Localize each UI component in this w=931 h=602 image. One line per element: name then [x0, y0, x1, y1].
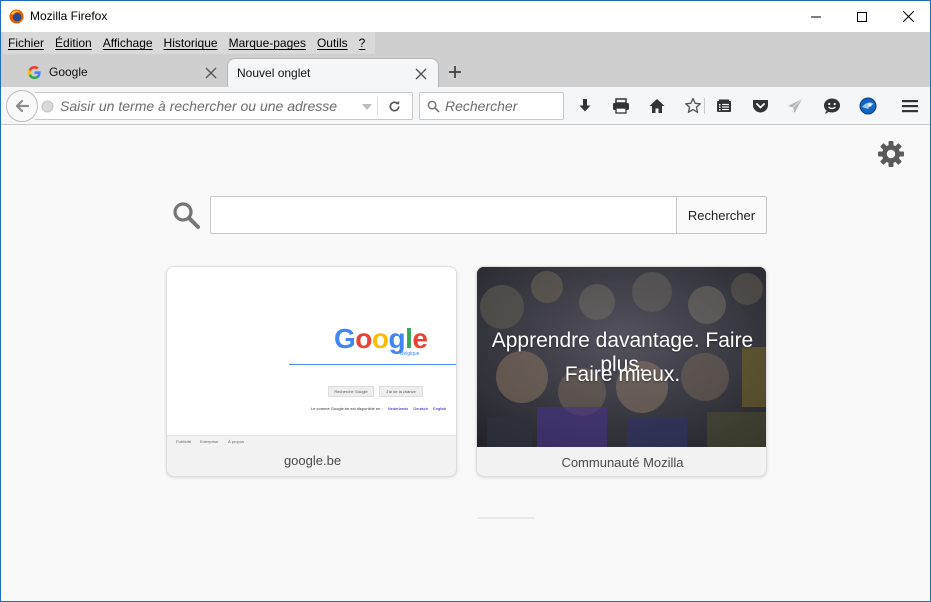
extension-button[interactable] — [858, 96, 878, 116]
page-search-button[interactable]: Rechercher — [676, 196, 767, 234]
globe-icon — [41, 100, 54, 113]
menu-aide[interactable]: ? — [354, 32, 372, 54]
print-button[interactable] — [611, 96, 631, 116]
menu-affichage[interactable]: Affichage — [98, 32, 159, 54]
menu-bar-items: Fichier Édition Affichage Historique Mar… — [3, 32, 376, 54]
home-icon — [649, 99, 665, 113]
minimize-icon — [811, 16, 821, 17]
bookmark-star-icon — [685, 97, 701, 113]
close-tab-icon[interactable] — [414, 67, 428, 81]
pocket-button[interactable] — [750, 96, 770, 116]
close-window-button[interactable] — [885, 1, 930, 32]
reading-list-button[interactable] — [714, 96, 734, 116]
send-icon — [788, 98, 803, 113]
reload-icon[interactable] — [387, 99, 402, 114]
firefox-logo-icon — [9, 9, 24, 24]
tile-thumbnail: Apprendre davantage. Faire plus. Faire m… — [477, 267, 766, 447]
google-languages: Le comme Google.be est disponible en : N… — [311, 406, 446, 411]
tab-nouvel-onglet[interactable]: Nouvel onglet — [227, 58, 439, 87]
title-bar: Mozilla Firefox — [1, 1, 930, 32]
bookmark-star-button[interactable] — [683, 96, 703, 116]
minimize-button[interactable] — [793, 1, 839, 32]
close-tab-icon[interactable] — [204, 66, 218, 80]
print-icon — [613, 98, 629, 114]
menu-bar: Fichier Édition Affichage Historique Mar… — [1, 32, 930, 54]
search-icon — [173, 202, 200, 229]
tab-label: Google — [49, 65, 88, 79]
menu-outils[interactable]: Outils — [312, 32, 354, 54]
toolbar-search-bar — [419, 92, 564, 120]
back-button[interactable] — [6, 90, 38, 122]
close-icon — [902, 11, 914, 22]
chevron-down-icon[interactable] — [361, 103, 373, 111]
extension-icon — [859, 97, 877, 115]
google-lang-link: English — [433, 406, 447, 411]
tab-google[interactable]: Google — [17, 58, 229, 87]
tab-label: Nouvel onglet — [237, 66, 311, 80]
tab-strip: Google Nouvel onglet — [1, 54, 930, 87]
gear-icon[interactable] — [877, 140, 905, 168]
google-search-btn: Recherche Google — [328, 386, 374, 397]
page-search-input[interactable] — [210, 196, 677, 234]
home-button[interactable] — [647, 96, 667, 116]
google-g-icon — [27, 65, 41, 80]
hamburger-menu-button[interactable] — [900, 96, 920, 116]
send-button[interactable] — [785, 96, 805, 116]
empty-tile-placeholder — [477, 517, 535, 519]
download-icon — [579, 99, 591, 112]
maximize-icon — [857, 11, 867, 22]
google-lang-link: Nederlands — [387, 406, 409, 411]
google-lucky-btn: J'ai de la chance — [379, 386, 423, 397]
url-separator — [377, 97, 378, 115]
pocket-icon — [752, 100, 768, 113]
google-lang-link: Deutsch — [413, 406, 429, 411]
google-lang-text: Le comme Google.be est disponible en : — [311, 406, 383, 411]
back-arrow-icon — [15, 99, 30, 113]
tile-thumbnail: Google Belgique Recherche Google J'ai de… — [167, 267, 456, 447]
toolbar-search-input[interactable] — [445, 93, 560, 119]
google-sublogo: Belgique — [400, 351, 420, 357]
reading-list-icon — [717, 99, 731, 112]
top-site-tile-google[interactable]: Google Belgique Recherche Google J'ai de… — [166, 266, 457, 477]
new-tab-page: Rechercher Google Belgique Recherche Goo… — [1, 126, 930, 601]
hamburger-menu-icon — [902, 100, 918, 113]
url-input[interactable] — [60, 93, 350, 119]
navigation-toolbar — [1, 87, 930, 125]
google-search-line — [289, 364, 456, 365]
menu-historique[interactable]: Historique — [159, 32, 224, 54]
window-title: Mozilla Firefox — [30, 9, 108, 23]
top-site-tile-mozilla[interactable]: Apprendre davantage. Faire plus. Faire m… — [476, 266, 767, 477]
tile-label: google.be — [283, 453, 342, 468]
maximize-button[interactable] — [839, 1, 885, 32]
menu-marque-pages[interactable]: Marque-pages — [224, 32, 312, 54]
toolbar-separator — [703, 96, 705, 116]
tile-label: Communauté Mozilla — [561, 455, 684, 470]
download-button[interactable] — [575, 96, 595, 116]
emoji-button[interactable] — [822, 96, 842, 116]
search-icon — [427, 100, 440, 113]
menu-fichier[interactable]: Fichier — [3, 32, 50, 54]
emoji-icon — [824, 98, 840, 114]
menu-edition[interactable]: Édition — [50, 32, 98, 54]
new-tab-plus-icon[interactable] — [447, 64, 463, 80]
firefox-window: Mozilla Firefox Fichier Édition Affichag… — [0, 0, 931, 602]
url-bar — [35, 92, 413, 120]
mozilla-caption-line2: Faire mieux. — [564, 363, 681, 386]
